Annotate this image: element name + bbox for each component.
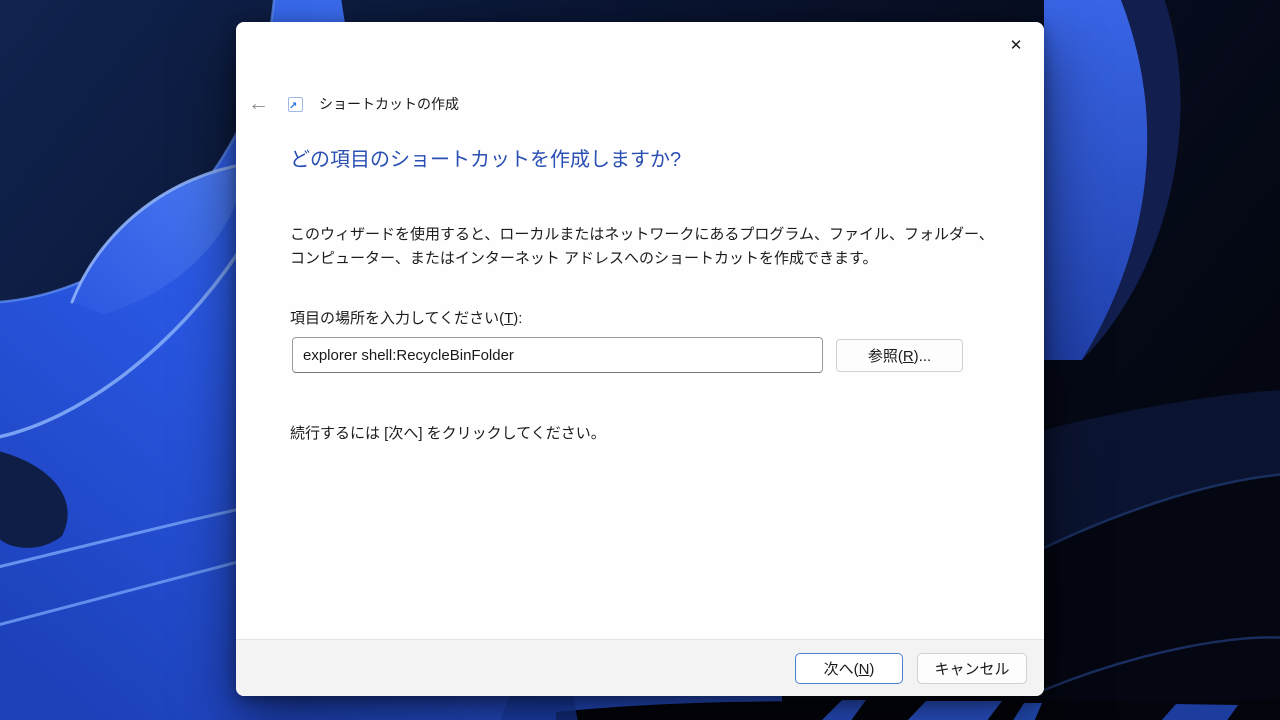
cancel-button[interactable]: キャンセル: [917, 653, 1027, 684]
desktop: ✕ ← ↗ ショートカットの作成 どの項目のショートカットを作成しますか? この…: [0, 0, 1280, 720]
dialog-footer: 次へ(N) キャンセル: [236, 639, 1044, 696]
close-icon: ✕: [1010, 37, 1023, 54]
page-title: どの項目のショートカットを作成しますか?: [290, 143, 681, 172]
next-button[interactable]: 次へ(N): [795, 653, 903, 684]
continue-instruction: 続行するには [次へ] をクリックしてください。: [290, 422, 606, 443]
location-label: 項目の場所を入力してください(T):: [290, 307, 522, 328]
window-title: ショートカットの作成: [319, 94, 459, 114]
location-input[interactable]: [292, 337, 823, 373]
browse-button[interactable]: 参照(R)...: [836, 339, 963, 372]
back-button[interactable]: ←: [246, 93, 280, 115]
back-arrow-icon: ←: [248, 92, 269, 115]
shortcut-icon: ↗: [288, 97, 303, 112]
dialog-header: ← ↗ ショートカットの作成: [246, 88, 459, 120]
shortcut-arrow-glyph: ↗: [289, 102, 297, 111]
close-button[interactable]: ✕: [996, 30, 1036, 62]
wizard-description: このウィザードを使用すると、ローカルまたはネットワークにあるプログラム、ファイル…: [290, 223, 994, 270]
create-shortcut-dialog: ✕ ← ↗ ショートカットの作成 どの項目のショートカットを作成しますか? この…: [236, 22, 1044, 696]
